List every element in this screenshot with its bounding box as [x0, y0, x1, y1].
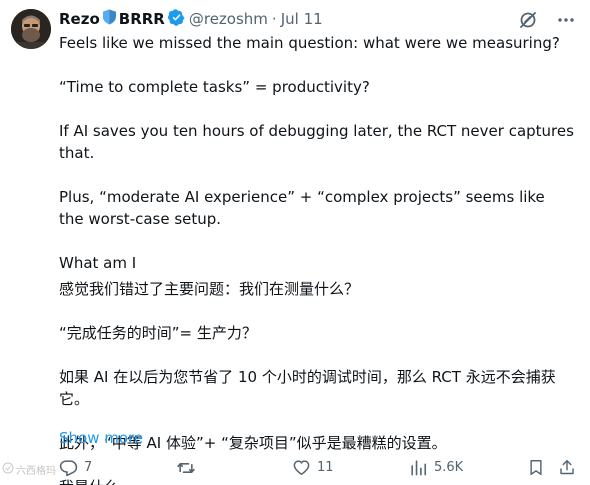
display-name[interactable]: Rezo BRRR [59, 8, 185, 30]
share-button[interactable] [558, 458, 576, 477]
post-date[interactable]: Jul 11 [281, 10, 323, 28]
tweet-paragraph: 感觉我们错过了主要问题：我们在测量什么？ [59, 280, 360, 298]
retweet-icon [176, 458, 196, 478]
reply-count: 7 [84, 460, 93, 475]
bookmark-button[interactable] [527, 458, 545, 477]
like-icon [292, 458, 311, 477]
tweet-text: Feels like we missed the main question: … [59, 32, 579, 485]
reply-icon [59, 458, 78, 477]
top-actions [518, 10, 576, 34]
action-bar: 7 11 5.6K [59, 458, 579, 482]
tweet-paragraph: Feels like we missed the main question: … [59, 34, 560, 52]
show-more-link[interactable]: Show more [59, 427, 143, 449]
share-icon [558, 458, 576, 477]
watermark-text: 六西格玛 [16, 466, 56, 477]
verified-badge-icon[interactable] [167, 8, 185, 30]
tweet: Rezo BRRR @rezoshm · Jul 11 Feels like w… [0, 0, 590, 485]
retweet-button[interactable] [176, 458, 202, 478]
reply-button[interactable]: 7 [59, 458, 92, 477]
tweet-paragraph: “完成任务的时间”= 生产力？ [59, 324, 257, 342]
watermark: 六西格玛 [2, 462, 56, 477]
tweet-paragraph: If AI saves you ten hours of debugging l… [59, 122, 574, 162]
bookmark-icon [527, 458, 545, 477]
handle[interactable]: @rezoshm [189, 10, 268, 28]
more-icon[interactable] [556, 10, 576, 34]
tweet-paragraph: “Time to complete tasks” = productivity? [59, 78, 370, 96]
watermark-icon [2, 462, 14, 477]
like-count: 11 [317, 460, 334, 475]
shield-icon [102, 9, 117, 29]
views-count: 5.6K [434, 460, 464, 475]
separator-dot: · [271, 10, 277, 28]
display-name-text: Rezo [59, 10, 100, 28]
views-icon [409, 458, 428, 477]
like-button[interactable]: 11 [292, 458, 334, 477]
grok-icon[interactable] [518, 10, 538, 34]
avatar-image [11, 9, 51, 49]
display-name-suffix: BRRR [118, 10, 165, 28]
avatar[interactable] [11, 9, 51, 49]
tweet-paragraph: Plus, “moderate AI experience” + “comple… [59, 188, 545, 228]
views-button[interactable]: 5.6K [409, 458, 463, 477]
tweet-paragraph: 如果 AI 在以后为您节省了 10 个小时的调试时间，那么 RCT 永远不会捕获… [59, 368, 556, 408]
tweet-paragraph: What am I [59, 254, 137, 272]
tweet-header: Rezo BRRR @rezoshm · Jul 11 [59, 8, 323, 30]
